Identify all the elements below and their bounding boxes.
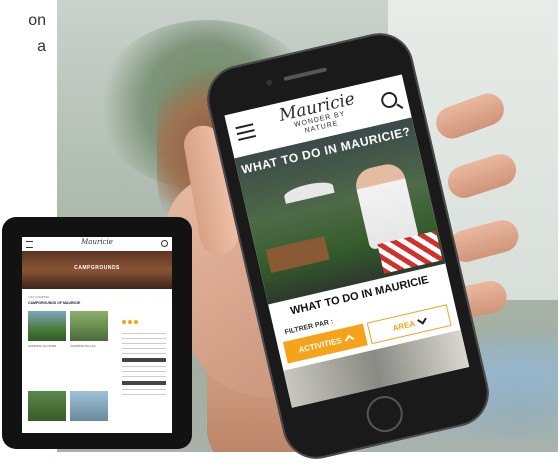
tablet-card-title[interactable]: CAMPING DU LAC — [70, 344, 96, 348]
tablet-screen: Mauricie CAMPGROUNDS LIST CAMPING CAMPGR… — [22, 237, 172, 433]
search-icon[interactable] — [379, 90, 399, 110]
speaker-grille — [283, 67, 328, 82]
tablet-card-title[interactable]: CAMPING LE NORD — [28, 344, 56, 348]
tablet-card-image[interactable] — [70, 311, 108, 341]
caption-line-2: a — [37, 38, 46, 55]
tablet-card-image[interactable] — [28, 311, 66, 341]
tablet-hero-title: CAMPGROUNDS — [74, 265, 120, 271]
picnic-table-shape — [265, 236, 330, 273]
umbrella-shape — [282, 178, 335, 204]
filter-dot-icon[interactable] — [128, 320, 132, 324]
home-button[interactable] — [363, 392, 407, 436]
tablet: Mauricie CAMPGROUNDS LIST CAMPING CAMPGR… — [2, 217, 192, 449]
tablet-card-image[interactable] — [70, 391, 108, 421]
tablet-menu-icon[interactable] — [26, 241, 33, 248]
area-label: AREA — [391, 318, 416, 333]
smartphone: Mauricie WONDER BY NATURE WHAT TO DO IN … — [200, 26, 496, 465]
front-camera-icon — [265, 78, 273, 87]
tablet-logo[interactable]: Mauricie — [80, 238, 114, 246]
tablet-card-image[interactable] — [28, 391, 66, 421]
phone-body: Mauricie WONDER BY NATURE WHAT TO DO IN … — [200, 26, 496, 465]
chevron-down-icon — [416, 314, 427, 325]
tablet-heading: CAMPGROUNDS OF MAURICIE — [28, 301, 81, 305]
tablet-sidebar-filters — [122, 311, 166, 399]
tablet-header: Mauricie — [22, 237, 172, 252]
tablet-search-icon[interactable] — [161, 240, 168, 247]
tablet-tag: LIST CAMPING — [28, 295, 50, 299]
caption-line-1: on — [28, 12, 46, 29]
filter-dot-icon[interactable] — [122, 320, 126, 324]
filter-dot-icon[interactable] — [134, 320, 138, 324]
phone-screen: Mauricie WONDER BY NATURE WHAT TO DO IN … — [224, 74, 470, 408]
activities-label: ACTIVITIES — [297, 335, 343, 355]
tablet-hero: CAMPGROUNDS — [22, 251, 172, 289]
cropped-caption-text: on a — [6, 8, 46, 60]
hamburger-menu-icon[interactable] — [235, 123, 257, 141]
chevron-up-icon — [344, 334, 354, 345]
